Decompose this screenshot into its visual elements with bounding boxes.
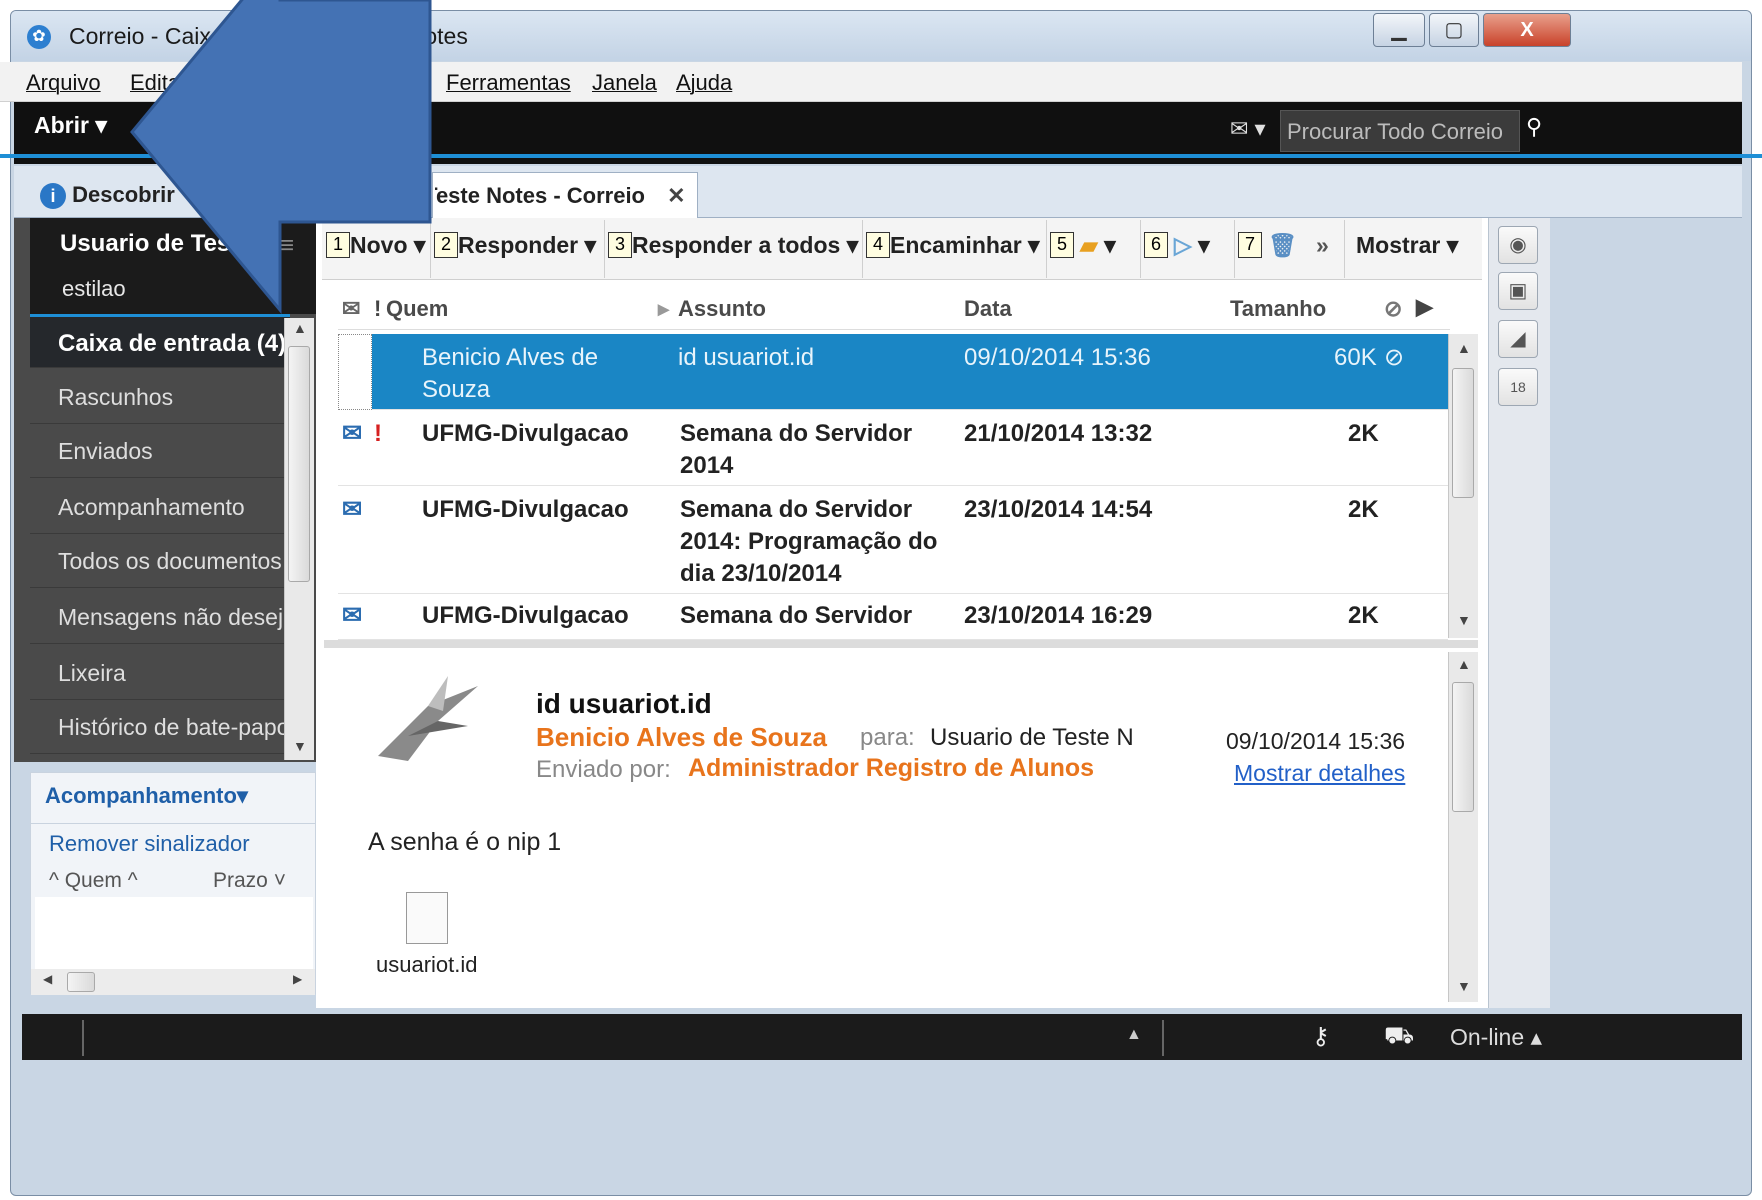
annotation-arrow bbox=[130, 0, 432, 315]
